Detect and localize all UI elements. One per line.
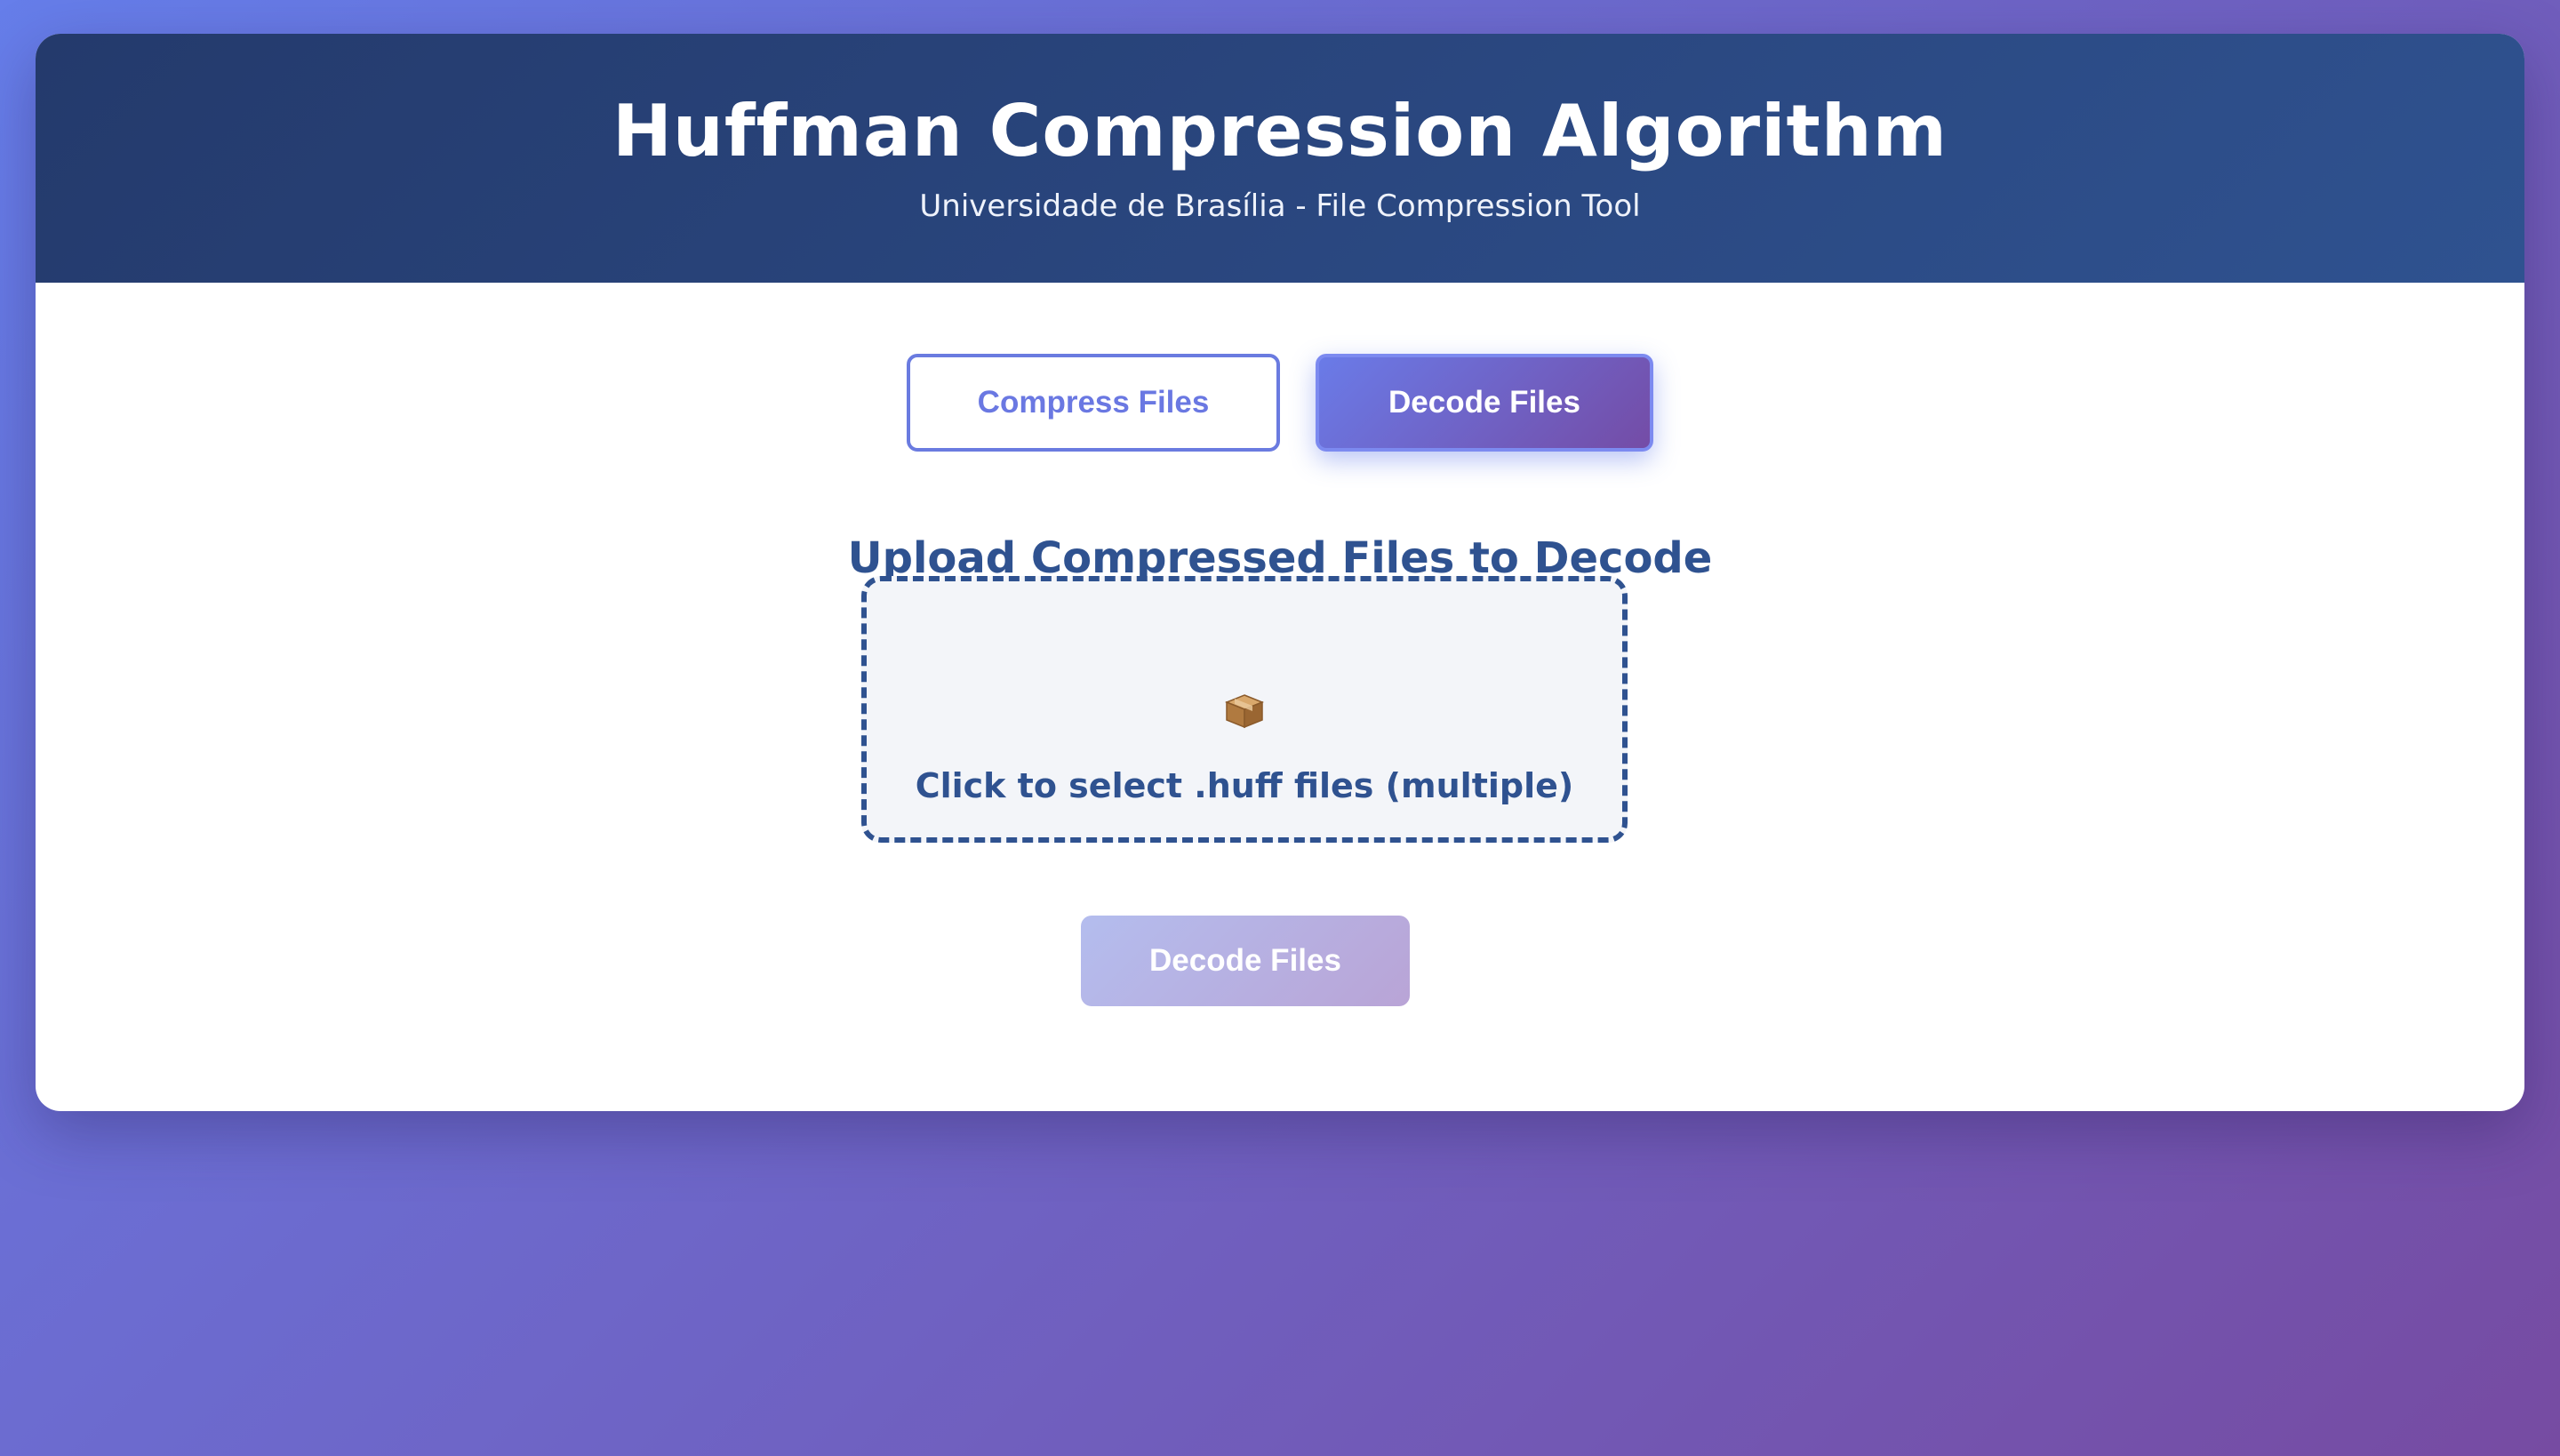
decode-files-button[interactable]: Decode Files bbox=[1081, 916, 1410, 1006]
mode-tabs: Compress Files Decode Files bbox=[36, 354, 2524, 452]
package-icon bbox=[867, 693, 1622, 729]
page-subtitle: Universidade de Brasília - File Compress… bbox=[919, 188, 1641, 224]
page-header: Huffman Compression Algorithm Universida… bbox=[36, 34, 2524, 283]
page-title: Huffman Compression Algorithm bbox=[612, 90, 1948, 172]
tab-compress-files[interactable]: Compress Files bbox=[907, 354, 1280, 452]
tab-decode-files[interactable]: Decode Files bbox=[1316, 354, 1653, 452]
file-dropzone[interactable]: Click to select .huff files (multiple) bbox=[861, 576, 1628, 843]
dropzone-label: Click to select .huff files (multiple) bbox=[915, 766, 1574, 805]
